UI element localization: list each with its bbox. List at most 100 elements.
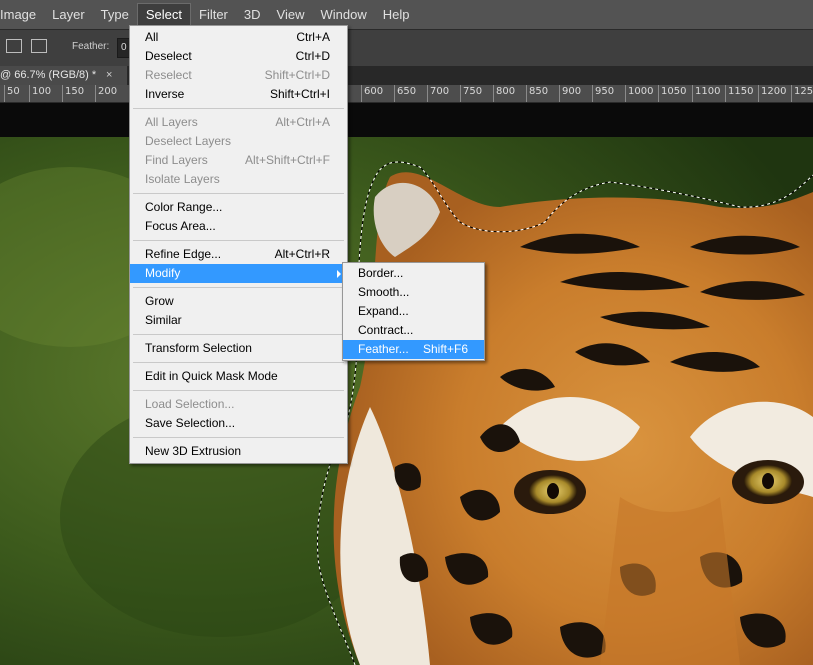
menu-item-modify[interactable]: Modify xyxy=(130,264,347,283)
menu-item-shortcut: Alt+Shift+Ctrl+F xyxy=(244,153,330,167)
ruler-tick-label: 1250 xyxy=(794,86,813,97)
menu-item-shortcut: Alt+Ctrl+R xyxy=(274,247,330,261)
select-menu: All Ctrl+A Deselect Ctrl+D Reselect Shift+Ctr… xyxy=(129,25,348,464)
document-canvas[interactable] xyxy=(0,137,813,665)
menu-item-label: Modify xyxy=(145,266,181,280)
canvas-pasteboard xyxy=(0,103,813,137)
menu-item-refine-edge[interactable]: Refine Edge... Alt+Ctrl+R xyxy=(130,245,347,264)
menu-item-color-range[interactable]: Color Range... xyxy=(130,198,347,217)
menu-3d[interactable]: 3D xyxy=(236,3,269,27)
menu-type[interactable]: Type xyxy=(93,3,137,27)
ruler-tick-label: 150 xyxy=(65,86,85,97)
menu-item-focus-area[interactable]: Focus Area... xyxy=(130,217,347,236)
ruler-tick-label: 1000 xyxy=(628,86,654,97)
menu-item-transform-selection[interactable]: Transform Selection xyxy=(130,339,347,358)
submenu-item-contract[interactable]: Contract... xyxy=(343,321,484,340)
ruler-tick: 600 xyxy=(361,85,383,102)
menu-select[interactable]: Select xyxy=(136,2,191,27)
ruler-tick-label: 1100 xyxy=(695,86,721,97)
menu-item-shortcut: Shift+Ctrl+I xyxy=(269,87,330,101)
submenu-item-label: Contract... xyxy=(358,323,414,337)
new-selection-icon[interactable] xyxy=(6,39,22,53)
ruler-tick: 200 xyxy=(95,85,117,102)
menu-item-label: Similar xyxy=(145,313,182,327)
menu-item-shortcut: Ctrl+D xyxy=(295,49,330,63)
submenu-item-feather[interactable]: Feather... Shift+F6 xyxy=(343,340,484,359)
menu-view[interactable]: View xyxy=(269,3,313,27)
menu-separator xyxy=(130,358,347,367)
menu-filter[interactable]: Filter xyxy=(191,3,236,27)
menu-item-label: Find Layers xyxy=(145,153,208,167)
menu-item-label: All xyxy=(145,30,159,44)
document-tab[interactable]: @ 66.7% (RGB/8) * × xyxy=(0,66,127,85)
ruler-tick-label: 200 xyxy=(98,86,118,97)
ruler-tick-label: 100 xyxy=(32,86,52,97)
menu-item-label: Inverse xyxy=(145,87,185,101)
menu-item-label: Load Selection... xyxy=(145,397,235,411)
menu-window[interactable]: Window xyxy=(312,3,374,27)
menu-help[interactable]: Help xyxy=(375,3,418,27)
menu-item-label: Color Range... xyxy=(145,200,223,214)
menu-image[interactable]: Image xyxy=(0,3,44,27)
menu-item-label: New 3D Extrusion xyxy=(145,444,242,458)
horizontal-ruler[interactable]: 50 100 150 200 600 650 700 750 800 850 900 950 1000 1… xyxy=(0,85,813,103)
menu-item-save-selection[interactable]: Save Selection... xyxy=(130,414,347,433)
ruler-tick: 150 xyxy=(62,85,84,102)
modify-submenu: Border... Smooth... Expand... Contract... Fe… xyxy=(342,262,485,361)
menu-layer[interactable]: Layer xyxy=(44,3,93,27)
menu-item-label: Reselect xyxy=(145,68,192,82)
menu-item-label: Isolate Layers xyxy=(145,172,220,186)
menu-item-label: Transform Selection xyxy=(145,341,252,355)
add-to-selection-icon[interactable] xyxy=(31,39,47,53)
ruler-tick: 1200 xyxy=(758,85,786,102)
menu-item-label: Focus Area... xyxy=(145,219,216,233)
menu-item-inverse[interactable]: Inverse Shift+Ctrl+I xyxy=(130,85,347,104)
tiger-photo xyxy=(0,137,813,665)
ruler-tick: 1150 xyxy=(725,85,753,102)
menu-item-label: Save Selection... xyxy=(145,416,236,430)
menu-item-deselect-layers: Deselect Layers xyxy=(130,132,347,151)
menu-item-label: Refine Edge... xyxy=(145,247,222,261)
menu-item-reselect: Reselect Shift+Ctrl+D xyxy=(130,66,347,85)
ruler-tick-label: 650 xyxy=(397,86,417,97)
ruler-tick-label: 800 xyxy=(496,86,516,97)
ruler-tick: 850 xyxy=(526,85,548,102)
ruler-tick-label: 1050 xyxy=(661,86,687,97)
submenu-item-border[interactable]: Border... xyxy=(343,264,484,283)
menu-separator xyxy=(130,386,347,395)
ruler-tick: 800 xyxy=(493,85,515,102)
menu-separator xyxy=(130,236,347,245)
ruler-tick: 700 xyxy=(427,85,449,102)
document-tab-bar: @ 66.7% (RGB/8) * × xyxy=(0,66,813,85)
options-bar: Feather: 0 xyxy=(0,29,813,67)
menu-item-grow[interactable]: Grow xyxy=(130,292,347,311)
menu-separator xyxy=(130,433,347,442)
menu-item-label: Edit in Quick Mask Mode xyxy=(145,369,278,383)
menu-item-all[interactable]: All Ctrl+A xyxy=(130,28,347,47)
ruler-tick-label: 900 xyxy=(562,86,582,97)
ruler-tick-label: 850 xyxy=(529,86,549,97)
menu-item-find-layers: Find Layers Alt+Shift+Ctrl+F xyxy=(130,151,347,170)
menu-item-new-3d-extrusion[interactable]: New 3D Extrusion xyxy=(130,442,347,461)
submenu-item-shortcut: Shift+F6 xyxy=(422,342,468,356)
ruler-tick-label: 750 xyxy=(463,86,483,97)
ruler-tick: 950 xyxy=(592,85,614,102)
menu-item-deselect[interactable]: Deselect Ctrl+D xyxy=(130,47,347,66)
menu-item-label: Deselect xyxy=(145,49,192,63)
submenu-item-expand[interactable]: Expand... xyxy=(343,302,484,321)
document-tab-title: @ 66.7% (RGB/8) * xyxy=(0,69,97,81)
menu-item-similar[interactable]: Similar xyxy=(130,311,347,330)
menu-separator xyxy=(130,104,347,113)
ruler-tick-label: 50 xyxy=(7,86,20,97)
close-tab-icon[interactable]: × xyxy=(106,66,112,85)
ruler-tick-label: 950 xyxy=(595,86,615,97)
submenu-item-label: Expand... xyxy=(358,304,409,318)
submenu-item-label: Border... xyxy=(358,266,404,280)
submenu-item-label: Feather... xyxy=(358,342,409,356)
menu-separator xyxy=(130,330,347,339)
menu-separator xyxy=(130,189,347,198)
submenu-item-smooth[interactable]: Smooth... xyxy=(343,283,484,302)
menu-item-label: Deselect Layers xyxy=(145,134,232,148)
menu-item-isolate-layers: Isolate Layers xyxy=(130,170,347,189)
menu-item-edit-in-quick-mask-mode[interactable]: Edit in Quick Mask Mode xyxy=(130,367,347,386)
